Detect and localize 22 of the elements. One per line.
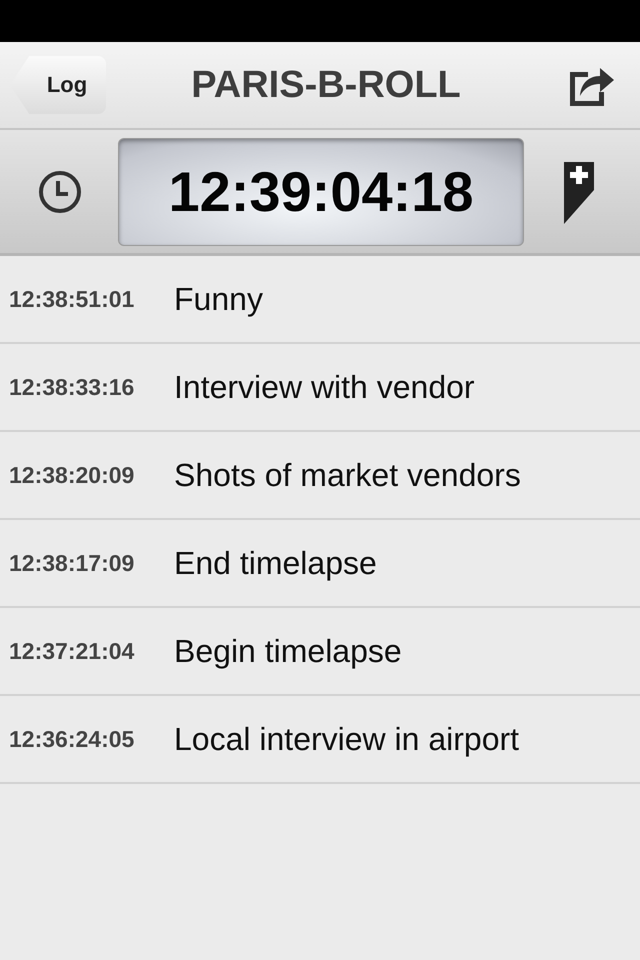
entry-note: Local interview in airport <box>174 720 520 758</box>
entry-note: Shots of market vendors <box>174 456 521 494</box>
entry-timecode: 12:38:17:09 <box>9 550 136 576</box>
log-entry[interactable]: 12:38:20:09 Shots of market vendors <box>0 432 640 520</box>
entry-note: Interview with vendor <box>174 368 475 406</box>
entry-note: End timelapse <box>174 544 377 582</box>
entry-timecode: 12:36:24:05 <box>9 726 136 752</box>
entry-timecode: 12:38:51:01 <box>9 286 136 312</box>
entry-timecode: 12:37:21:04 <box>9 638 136 664</box>
log-entry[interactable]: 12:38:51:01 Funny <box>0 256 640 344</box>
entry-timecode: 12:38:20:09 <box>9 462 136 488</box>
entry-timecode: 12:38:33:16 <box>9 374 136 400</box>
add-marker-icon[interactable] <box>562 160 596 224</box>
log-entry[interactable]: 12:37:21:04 Begin timelapse <box>0 608 640 696</box>
log-entry[interactable]: 12:38:17:09 End timelapse <box>0 520 640 608</box>
screen-title: PARIS-B-ROLL <box>190 64 462 106</box>
log-entry[interactable]: 12:38:33:16 Interview with vendor <box>0 344 640 432</box>
entry-note: Funny <box>174 280 263 318</box>
log-entry[interactable]: 12:36:24:05 Local interview in airport <box>0 696 640 784</box>
timecode: 12:39:04:18 <box>168 159 474 224</box>
clock-icon[interactable] <box>38 170 82 214</box>
entry-note: Begin timelapse <box>174 632 402 670</box>
